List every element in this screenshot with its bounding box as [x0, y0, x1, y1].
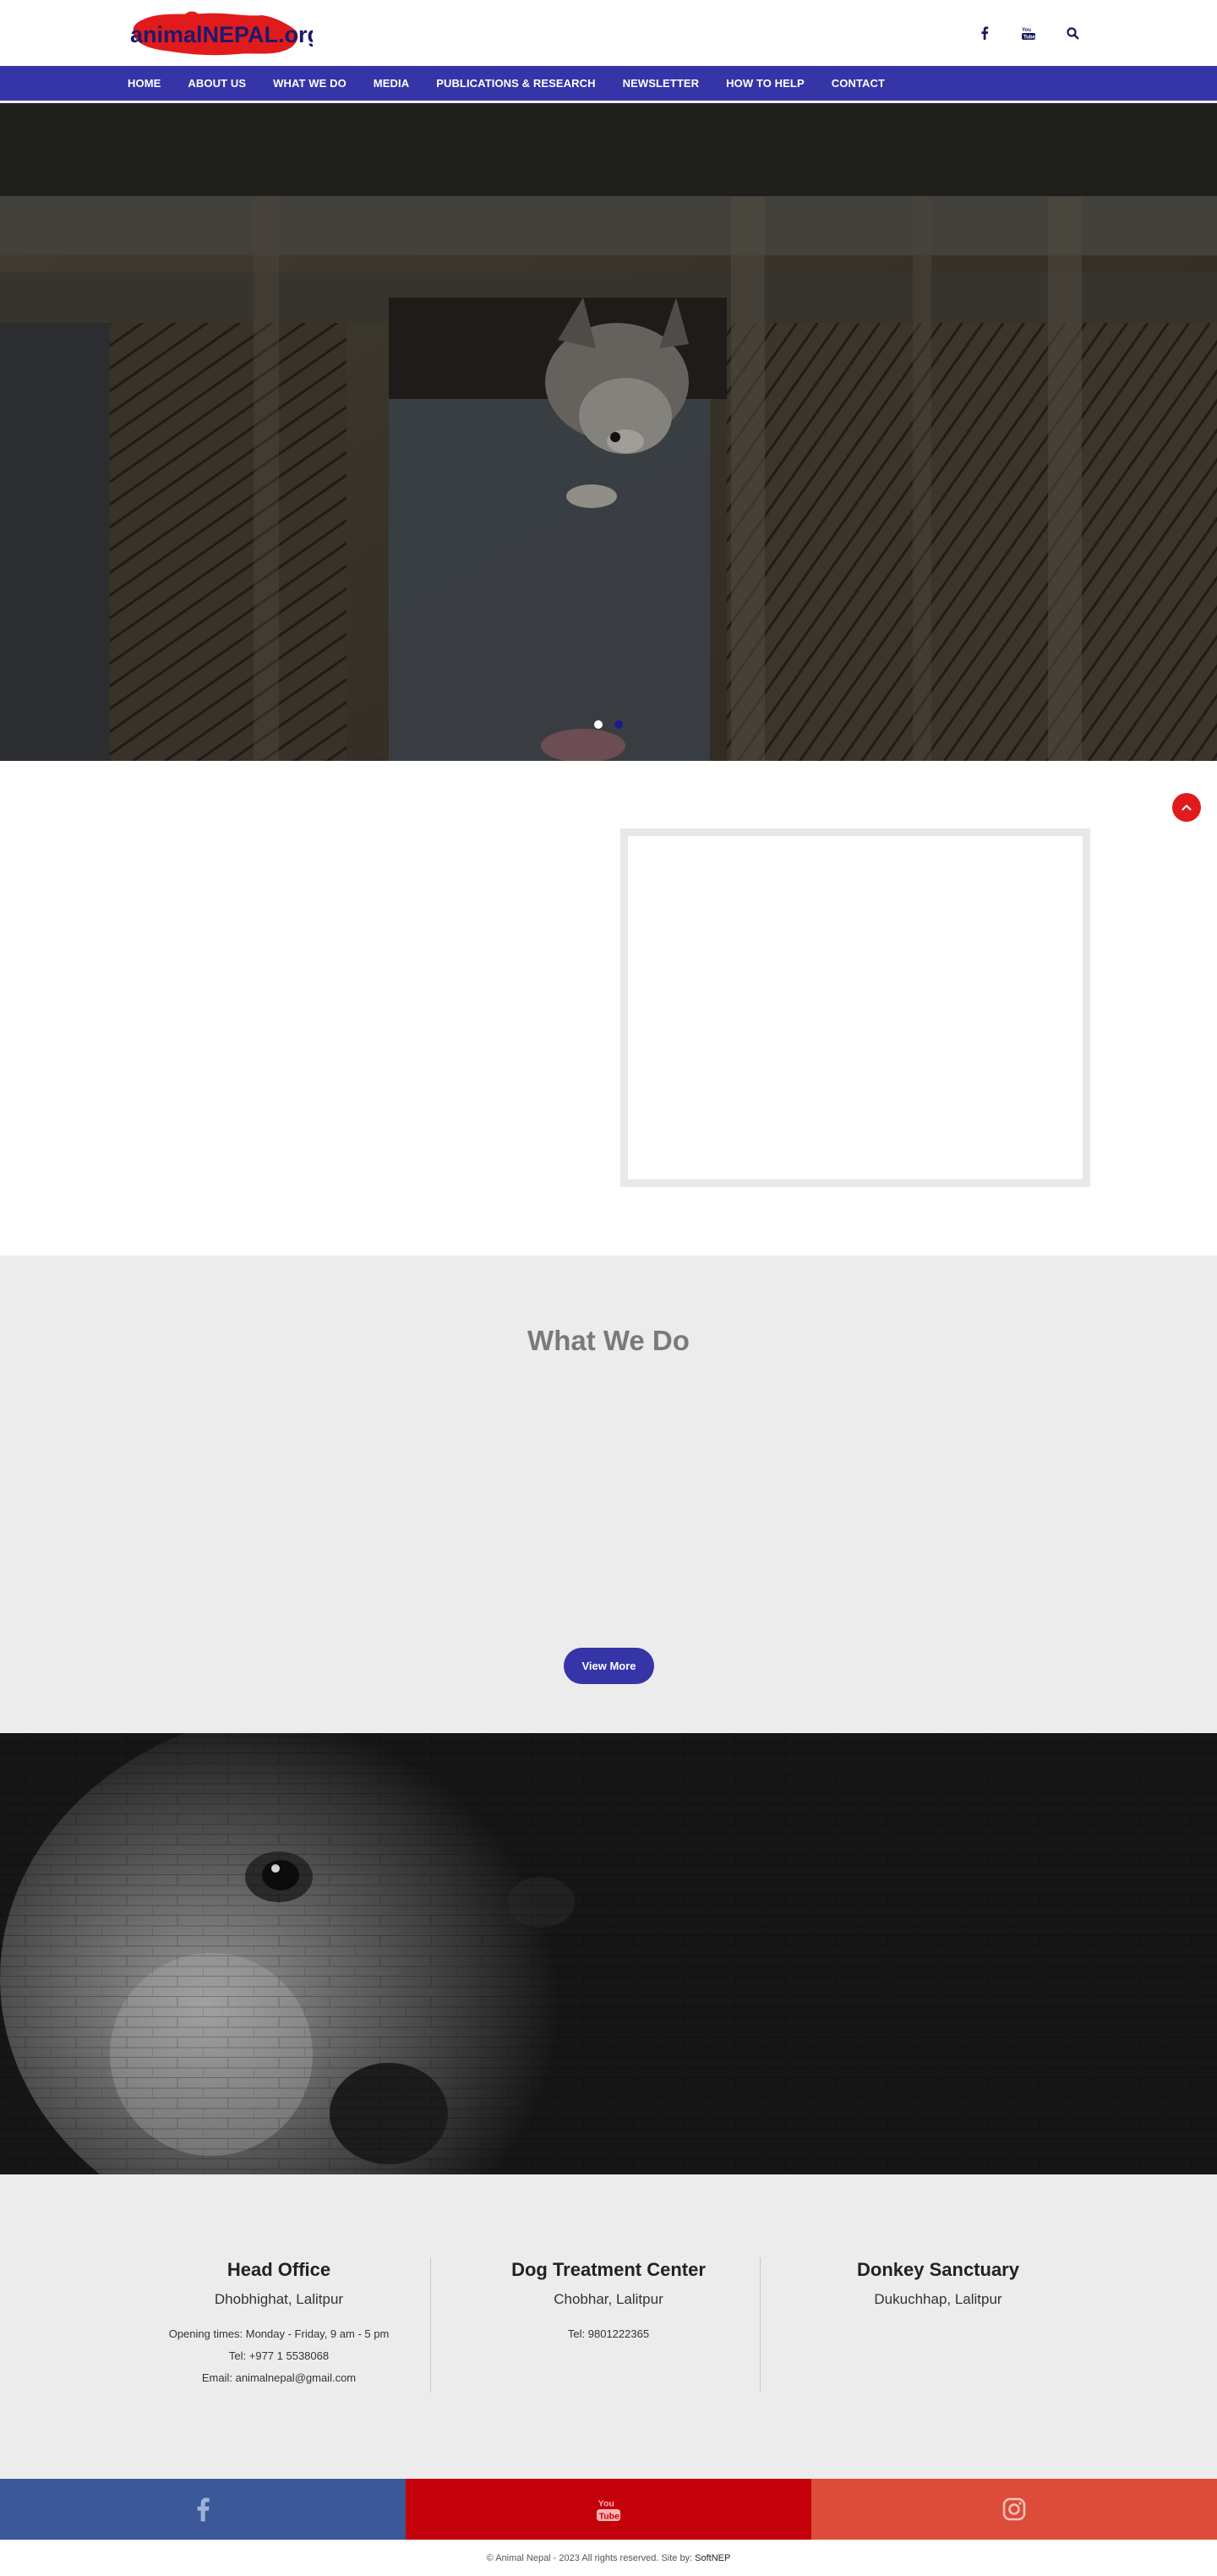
- site-footer: You Tube © Animal Nepal - 2023 All rights…: [0, 2479, 1217, 2576]
- offices-section: Head Office Dhobhighat, Lalitpur Opening…: [0, 2174, 1217, 2479]
- divider: [760, 2257, 761, 2393]
- facebook-icon[interactable]: [975, 24, 994, 42]
- dog-banner-image: [0, 1733, 1217, 2174]
- section-title: What We Do: [527, 1325, 690, 1356]
- social-bar: You Tube: [0, 2479, 1217, 2540]
- nav-home[interactable]: HOME: [128, 77, 161, 90]
- topbar: animalNEPAL.org You Tube: [0, 0, 1217, 66]
- youtube-link[interactable]: You Tube: [406, 2479, 811, 2540]
- office-title: Head Office: [226, 2259, 331, 2280]
- site-header: animalNEPAL.org You Tube HOME ABOUT US WH…: [0, 0, 1217, 103]
- youtube-icon[interactable]: You Tube: [1019, 24, 1038, 42]
- hero-slider[interactable]: [0, 103, 1217, 761]
- nav-media[interactable]: MEDIA: [374, 77, 409, 90]
- office-title: Dog Treatment Center: [511, 2259, 706, 2280]
- svg-text:Tube: Tube: [1023, 36, 1035, 41]
- instagram-link[interactable]: [811, 2479, 1217, 2540]
- main-nav: HOME ABOUT US WHAT WE DO MEDIA PUBLICATI…: [0, 66, 1217, 103]
- nav-how-to-help[interactable]: HOW TO HELP: [726, 77, 805, 90]
- office-location: Dukuchhap, Lalitpur: [874, 2291, 1002, 2307]
- what-we-do-section: What We Do View More: [0, 1255, 1217, 1733]
- instagram-icon: [1002, 2497, 1026, 2521]
- nav-about-us[interactable]: ABOUT US: [188, 77, 246, 90]
- search-icon[interactable]: [1063, 24, 1082, 42]
- scroll-top-button[interactable]: [1172, 793, 1201, 822]
- svg-text:Tube: Tube: [599, 2511, 619, 2521]
- svg-text:You: You: [598, 2499, 614, 2509]
- facebook-link[interactable]: [0, 2479, 406, 2540]
- header-icons: You Tube: [975, 24, 1082, 42]
- logo-text: animalNEPAL.org: [130, 22, 313, 47]
- copyright-text: © Animal Nepal - 2023 All rights reserve…: [486, 2552, 693, 2563]
- facebook-icon: [197, 2497, 210, 2522]
- view-more-button[interactable]: View More: [564, 1648, 654, 1684]
- office-head: Head Office Dhobhighat, Lalitpur Opening…: [127, 2259, 431, 2389]
- intro-section: [0, 761, 1217, 1255]
- divider: [430, 2257, 431, 2393]
- hero-image: [0, 103, 1217, 761]
- nav-contact[interactable]: CONTACT: [832, 77, 885, 90]
- svg-text:You: You: [1022, 28, 1031, 33]
- office-email[interactable]: Email: animalnepal@gmail.com: [127, 2367, 431, 2389]
- office-location: Chobhar, Lalitpur: [554, 2291, 663, 2307]
- office-dog-treatment: Dog Treatment Center Chobhar, Lalitpur T…: [456, 2259, 761, 2345]
- office-title: Donkey Sanctuary: [857, 2259, 1019, 2280]
- slider-dot-2[interactable]: [614, 720, 623, 729]
- site-logo[interactable]: animalNEPAL.org: [127, 10, 313, 57]
- youtube-icon: You Tube: [597, 2499, 620, 2521]
- copyright: © Animal Nepal - 2023 All rights reserve…: [0, 2540, 1217, 2576]
- site-credit-link[interactable]: SoftNEP: [695, 2553, 730, 2563]
- office-phone: Tel: 9801222365: [567, 2327, 650, 2340]
- slider-dot-1[interactable]: [594, 720, 603, 729]
- nav-what-we-do[interactable]: WHAT WE DO: [273, 77, 347, 90]
- video-embed-frame[interactable]: [620, 829, 1090, 1187]
- dog-banner: [0, 1733, 1217, 2174]
- chevron-up-icon: [1182, 804, 1192, 811]
- office-hours: Opening times: Monday - Friday, 9 am - 5…: [168, 2327, 390, 2340]
- nav-newsletter[interactable]: NEWSLETTER: [623, 77, 700, 90]
- office-donkey-sanctuary: Donkey Sanctuary Dukuchhap, Lalitpur: [786, 2259, 1090, 2323]
- nav-publications-research[interactable]: PUBLICATIONS & RESEARCH: [436, 77, 595, 90]
- office-location: Dhobhighat, Lalitpur: [214, 2291, 344, 2307]
- office-phone: Tel: +977 1 5538068: [228, 2349, 330, 2362]
